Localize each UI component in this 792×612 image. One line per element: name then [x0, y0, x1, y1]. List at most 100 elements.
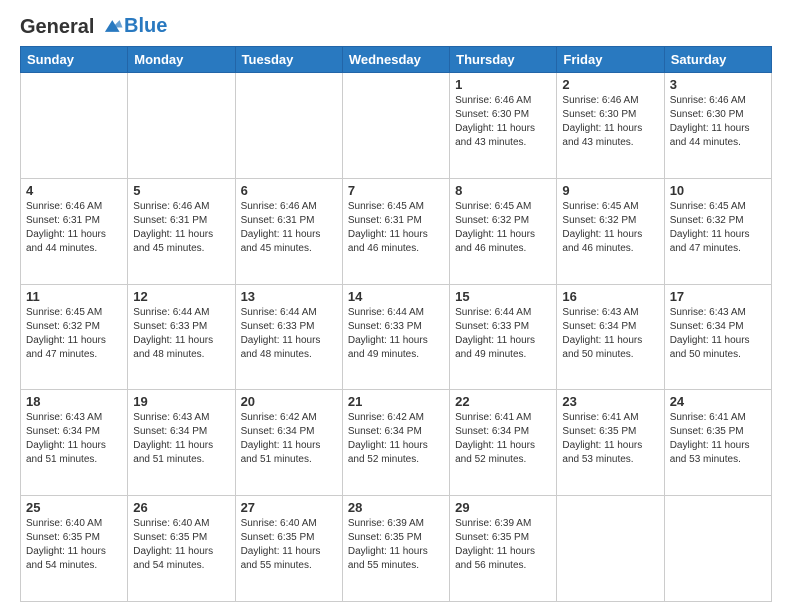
calendar-header-row: SundayMondayTuesdayWednesdayThursdayFrid…	[21, 47, 772, 73]
calendar-cell: 3 Sunrise: 6:46 AMSunset: 6:30 PMDaylight…	[664, 73, 771, 179]
day-number: 18	[26, 394, 122, 409]
day-number: 2	[562, 77, 658, 92]
day-number: 9	[562, 183, 658, 198]
calendar-week-row: 18 Sunrise: 6:43 AMSunset: 6:34 PMDayligh…	[21, 390, 772, 496]
day-info: Sunrise: 6:46 AMSunset: 6:31 PMDaylight:…	[241, 200, 337, 256]
calendar-cell	[664, 496, 771, 602]
calendar-week-row: 25 Sunrise: 6:40 AMSunset: 6:35 PMDayligh…	[21, 496, 772, 602]
calendar-week-row: 11 Sunrise: 6:45 AMSunset: 6:32 PMDayligh…	[21, 284, 772, 390]
day-number: 10	[670, 183, 766, 198]
day-info: Sunrise: 6:43 AMSunset: 6:34 PMDaylight:…	[133, 411, 229, 467]
calendar-header-thursday: Thursday	[450, 47, 557, 73]
day-info: Sunrise: 6:40 AMSunset: 6:35 PMDaylight:…	[133, 517, 229, 573]
day-info: Sunrise: 6:45 AMSunset: 6:32 PMDaylight:…	[670, 200, 766, 256]
day-info: Sunrise: 6:40 AMSunset: 6:35 PMDaylight:…	[241, 517, 337, 573]
day-number: 21	[348, 394, 444, 409]
calendar-cell	[235, 73, 342, 179]
calendar-cell: 9 Sunrise: 6:45 AMSunset: 6:32 PMDaylight…	[557, 178, 664, 284]
calendar-cell: 23 Sunrise: 6:41 AMSunset: 6:35 PMDayligh…	[557, 390, 664, 496]
logo-icon	[102, 15, 124, 37]
day-info: Sunrise: 6:41 AMSunset: 6:35 PMDaylight:…	[670, 411, 766, 467]
day-number: 7	[348, 183, 444, 198]
page: General Blue SundayMondayTuesdayWednesda…	[0, 0, 792, 612]
calendar-cell: 27Sunrise: 6:40 AMSunset: 6:35 PMDayligh…	[235, 496, 342, 602]
day-info: Sunrise: 6:44 AMSunset: 6:33 PMDaylight:…	[133, 306, 229, 362]
calendar-cell: 18 Sunrise: 6:43 AMSunset: 6:34 PMDayligh…	[21, 390, 128, 496]
calendar-cell: 24 Sunrise: 6:41 AMSunset: 6:35 PMDayligh…	[664, 390, 771, 496]
calendar-cell: 5 Sunrise: 6:46 AMSunset: 6:31 PMDaylight…	[128, 178, 235, 284]
day-number: 19	[133, 394, 229, 409]
day-info: Sunrise: 6:45 AMSunset: 6:32 PMDaylight:…	[26, 306, 122, 362]
day-info: Sunrise: 6:45 AMSunset: 6:32 PMDaylight:…	[455, 200, 551, 256]
day-info: Sunrise: 6:42 AMSunset: 6:34 PMDaylight:…	[348, 411, 444, 467]
day-number: 20	[241, 394, 337, 409]
calendar-cell: 7 Sunrise: 6:45 AMSunset: 6:31 PMDaylight…	[342, 178, 449, 284]
logo: General Blue	[20, 16, 167, 38]
calendar-cell: 12 Sunrise: 6:44 AMSunset: 6:33 PMDayligh…	[128, 284, 235, 390]
header: General Blue	[20, 16, 772, 38]
day-info: Sunrise: 6:41 AMSunset: 6:35 PMDaylight:…	[562, 411, 658, 467]
calendar-cell: 28 Sunrise: 6:39 AMSunset: 6:35 PMDayligh…	[342, 496, 449, 602]
calendar-cell: 20 Sunrise: 6:42 AMSunset: 6:34 PMDayligh…	[235, 390, 342, 496]
calendar-cell: 22 Sunrise: 6:41 AMSunset: 6:34 PMDayligh…	[450, 390, 557, 496]
calendar-cell	[128, 73, 235, 179]
day-info: Sunrise: 6:41 AMSunset: 6:34 PMDaylight:…	[455, 411, 551, 467]
day-number: 5	[133, 183, 229, 198]
day-info: Sunrise: 6:42 AMSunset: 6:34 PMDaylight:…	[241, 411, 337, 467]
calendar-cell: 10 Sunrise: 6:45 AMSunset: 6:32 PMDayligh…	[664, 178, 771, 284]
day-number: 15	[455, 289, 551, 304]
day-info: Sunrise: 6:44 AMSunset: 6:33 PMDaylight:…	[241, 306, 337, 362]
calendar-cell: 4 Sunrise: 6:46 AMSunset: 6:31 PMDaylight…	[21, 178, 128, 284]
day-info: Sunrise: 6:44 AMSunset: 6:33 PMDaylight:…	[348, 306, 444, 362]
day-number: 24	[670, 394, 766, 409]
calendar-cell: 14 Sunrise: 6:44 AMSunset: 6:33 PMDayligh…	[342, 284, 449, 390]
day-info: Sunrise: 6:45 AMSunset: 6:31 PMDaylight:…	[348, 200, 444, 256]
day-info: Sunrise: 6:46 AMSunset: 6:30 PMDaylight:…	[562, 94, 658, 150]
calendar-cell	[342, 73, 449, 179]
day-number: 26	[133, 500, 229, 515]
calendar-cell: 26 Sunrise: 6:40 AMSunset: 6:35 PMDayligh…	[128, 496, 235, 602]
day-number: 23	[562, 394, 658, 409]
day-number: 3	[670, 77, 766, 92]
calendar-cell	[21, 73, 128, 179]
calendar-cell: 6 Sunrise: 6:46 AMSunset: 6:31 PMDaylight…	[235, 178, 342, 284]
day-number: 4	[26, 183, 122, 198]
day-info: Sunrise: 6:43 AMSunset: 6:34 PMDaylight:…	[562, 306, 658, 362]
day-number: 29	[455, 500, 551, 515]
calendar-header-monday: Monday	[128, 47, 235, 73]
calendar-cell: 15Sunrise: 6:44 AMSunset: 6:33 PMDayligh…	[450, 284, 557, 390]
day-info: Sunrise: 6:43 AMSunset: 6:34 PMDaylight:…	[670, 306, 766, 362]
day-info: Sunrise: 6:39 AMSunset: 6:35 PMDaylight:…	[455, 517, 551, 573]
day-info: Sunrise: 6:46 AMSunset: 6:31 PMDaylight:…	[133, 200, 229, 256]
calendar-cell: 1Sunrise: 6:46 AMSunset: 6:30 PMDaylight…	[450, 73, 557, 179]
calendar-cell: 13Sunrise: 6:44 AMSunset: 6:33 PMDayligh…	[235, 284, 342, 390]
calendar-cell	[557, 496, 664, 602]
day-info: Sunrise: 6:43 AMSunset: 6:34 PMDaylight:…	[26, 411, 122, 467]
calendar-cell: 16 Sunrise: 6:43 AMSunset: 6:34 PMDayligh…	[557, 284, 664, 390]
day-number: 25	[26, 500, 122, 515]
calendar-cell: 17Sunrise: 6:43 AMSunset: 6:34 PMDayligh…	[664, 284, 771, 390]
calendar-cell: 25 Sunrise: 6:40 AMSunset: 6:35 PMDayligh…	[21, 496, 128, 602]
calendar-week-row: 4 Sunrise: 6:46 AMSunset: 6:31 PMDaylight…	[21, 178, 772, 284]
day-number: 28	[348, 500, 444, 515]
calendar-header-friday: Friday	[557, 47, 664, 73]
day-info: Sunrise: 6:46 AMSunset: 6:31 PMDaylight:…	[26, 200, 122, 256]
day-number: 16	[562, 289, 658, 304]
day-number: 11	[26, 289, 122, 304]
day-number: 6	[241, 183, 337, 198]
calendar-header-sunday: Sunday	[21, 47, 128, 73]
calendar-week-row: 1 Sunrise: 6:46 AMSunset: 6:30 PMDaylight…	[21, 73, 772, 179]
calendar-cell: 29 Sunrise: 6:39 AMSunset: 6:35 PMDayligh…	[450, 496, 557, 602]
day-number: 14	[348, 289, 444, 304]
day-info: Sunrise: 6:40 AMSunset: 6:35 PMDaylight:…	[26, 517, 122, 573]
day-number: 1	[455, 77, 551, 92]
day-number: 22	[455, 394, 551, 409]
day-info: Sunrise: 6:39 AMSunset: 6:35 PMDaylight:…	[348, 517, 444, 573]
calendar-header-saturday: Saturday	[664, 47, 771, 73]
day-number: 12	[133, 289, 229, 304]
day-info: Sunrise: 6:46 AMSunset: 6:30 PMDaylight:…	[670, 94, 766, 150]
calendar-cell: 8Sunrise: 6:45 AMSunset: 6:32 PMDaylight…	[450, 178, 557, 284]
calendar-table: SundayMondayTuesdayWednesdayThursdayFrid…	[20, 46, 772, 602]
calendar-header-tuesday: Tuesday	[235, 47, 342, 73]
day-info: Sunrise: 6:45 AMSunset: 6:32 PMDaylight:…	[562, 200, 658, 256]
